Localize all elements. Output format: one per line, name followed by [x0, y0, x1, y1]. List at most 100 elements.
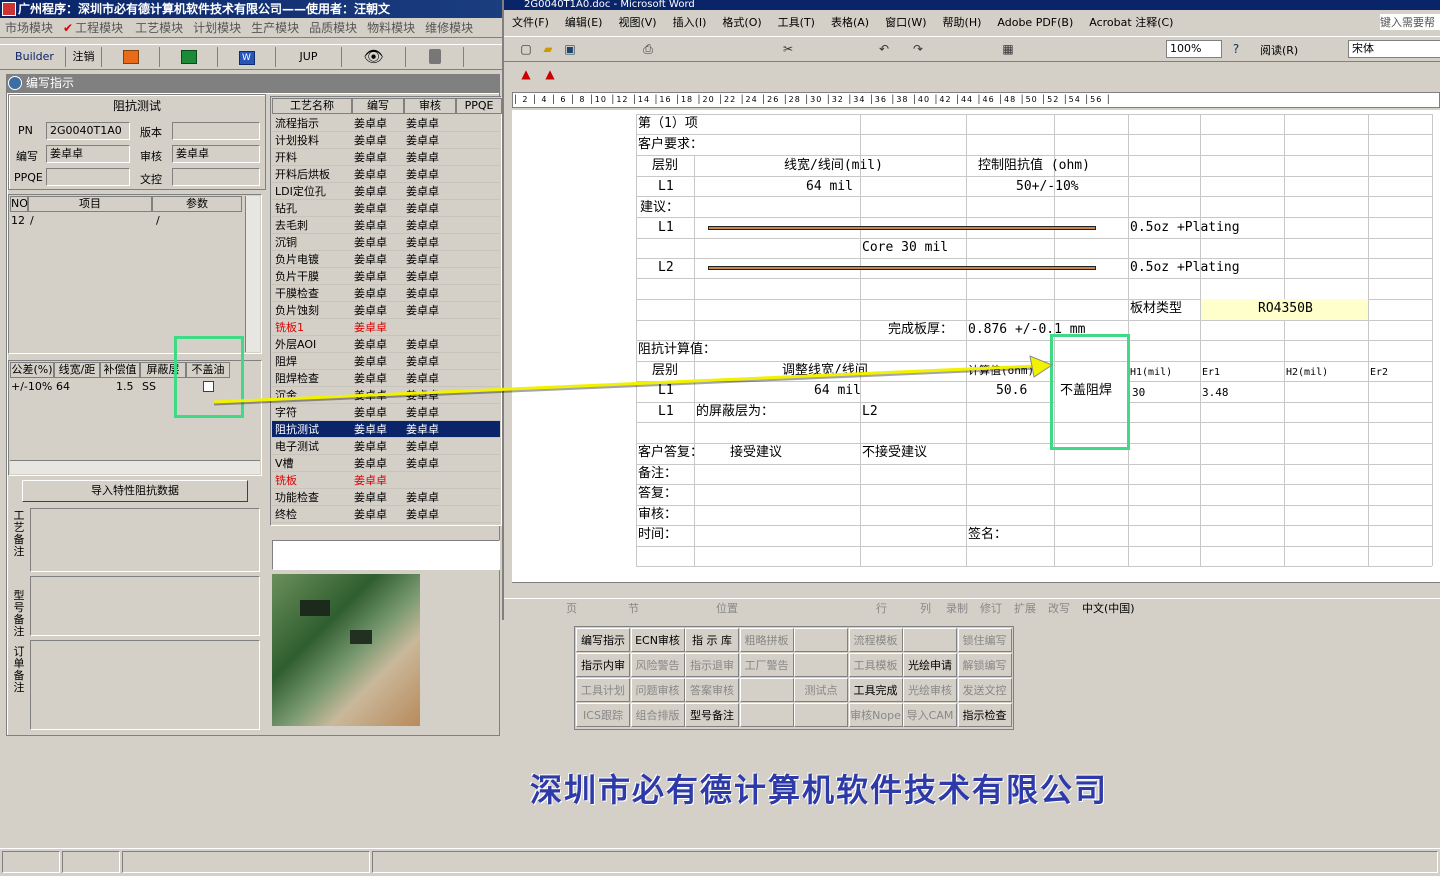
flow-row[interactable]: 钻孔 姜卓卓 姜卓卓 — [272, 200, 500, 217]
flow-row[interactable]: V槽 姜卓卓 姜卓卓 — [272, 455, 500, 472]
items-scrollbar[interactable] — [245, 196, 260, 352]
module-button[interactable]: 流程模板 — [848, 628, 903, 652]
module-button[interactable]: ICS跟踪 — [576, 703, 630, 727]
module-button[interactable]: 指示退审 — [685, 653, 739, 677]
flow-row[interactable]: 开料后烘板 姜卓卓 姜卓卓 — [272, 166, 500, 183]
module-button[interactable]: 风险警告 — [630, 653, 685, 677]
doc-control-field[interactable] — [172, 168, 260, 186]
model-remark-field[interactable] — [30, 576, 260, 636]
menu-quality[interactable]: 品质模块 — [304, 18, 362, 37]
menu-production[interactable]: 生产模块 — [246, 18, 304, 37]
flow-row[interactable]: 干膜检查 姜卓卓 姜卓卓 — [272, 285, 500, 302]
flow-note-field[interactable] — [272, 540, 500, 570]
flow-row[interactable]: 负片蚀刻 姜卓卓 姜卓卓 — [272, 302, 500, 319]
module-button[interactable]: 解锁编写 — [957, 653, 1012, 677]
items-grid[interactable] — [8, 194, 262, 354]
module-button[interactable]: 发送文控 — [957, 678, 1012, 702]
module-button[interactable]: 导入CAM — [903, 703, 957, 727]
pn-field[interactable]: 2G0040T1A0 — [46, 122, 130, 140]
flow-row[interactable]: 铣板1 姜卓卓 — [272, 319, 500, 336]
word-menu-view[interactable]: 视图(V) — [610, 12, 664, 34]
word-menu-edit[interactable]: 编辑(E) — [557, 12, 611, 34]
menu-process[interactable]: 工艺模块 — [130, 18, 188, 37]
word-menu-help[interactable]: 帮助(H) — [935, 12, 990, 34]
word-button[interactable]: W — [218, 47, 276, 67]
module-button[interactable]: 组合排版 — [630, 703, 685, 727]
ppqe-field[interactable] — [46, 168, 130, 186]
module-button[interactable]: 指 示 库 — [685, 628, 739, 652]
module-button[interactable]: 问题审核 — [630, 678, 685, 702]
audit-field[interactable]: 姜卓卓 — [172, 145, 260, 163]
flow-row[interactable]: 流程指示 姜卓卓 姜卓卓 — [272, 115, 500, 132]
flow-row[interactable]: 开料 姜卓卓 姜卓卓 — [272, 149, 500, 166]
read-mode-button[interactable]: 阅读(R) — [1260, 42, 1298, 58]
module-button[interactable]: 答案审核 — [685, 678, 739, 702]
word-menu-window[interactable]: 窗口(W) — [877, 12, 934, 34]
flow-row[interactable]: 沉铜 姜卓卓 姜卓卓 — [272, 234, 500, 251]
word-menu-file[interactable]: 文件(F) — [504, 12, 557, 34]
undo-icon[interactable]: ↶ — [876, 41, 892, 57]
module-button[interactable]: 测试点 — [794, 678, 848, 702]
imp-hscrollbar[interactable] — [10, 460, 260, 474]
flow-row[interactable]: 铣板 姜卓卓 — [272, 472, 500, 489]
help-icon[interactable]: ? — [1228, 41, 1244, 57]
module-button[interactable]: 工具完成 — [848, 678, 903, 702]
builder-button[interactable]: Builder — [4, 47, 66, 67]
menu-plan[interactable]: 计划模块 — [188, 18, 246, 37]
powerpoint-button[interactable] — [102, 47, 160, 67]
flow-row[interactable]: 电子测试 姜卓卓 姜卓卓 — [272, 438, 500, 455]
status-track[interactable]: 修订 — [980, 599, 1002, 619]
tools-button[interactable] — [464, 47, 504, 67]
new-doc-icon[interactable]: ▢ — [518, 41, 534, 57]
module-button[interactable]: 型号备注 — [685, 703, 739, 727]
pdf-icon[interactable]: ▲ — [518, 66, 534, 82]
flow-row[interactable]: 负片干膜 姜卓卓 姜卓卓 — [272, 268, 500, 285]
word-menu-adobe-pdf[interactable]: Adobe PDF(B) — [989, 12, 1081, 34]
status-overwrite[interactable]: 改写 — [1048, 599, 1070, 619]
module-button[interactable]: 指示内审 — [576, 653, 630, 677]
word-menu-acrobat[interactable]: Acrobat 注释(C) — [1081, 12, 1181, 34]
module-button[interactable]: 指示检查 — [957, 703, 1012, 727]
word-menu-table[interactable]: 表格(A) — [823, 12, 877, 34]
module-button[interactable]: 光绘申请 — [903, 653, 957, 677]
flow-row[interactable]: 功能检查 姜卓卓 姜卓卓 — [272, 489, 500, 506]
print-icon[interactable]: ⎙ — [640, 41, 656, 57]
open-icon[interactable]: ▰ — [540, 41, 556, 57]
menu-market[interactable]: 市场模块 — [0, 18, 58, 37]
status-record[interactable]: 录制 — [946, 599, 968, 619]
document-page[interactable]: 第（1）项 客户要求： 层别 线宽/线间(mil) 控制阻抗值 (ohm) L1… — [512, 110, 1440, 582]
pdf-email-icon[interactable]: ▲ — [542, 66, 558, 82]
menu-maintenance[interactable]: 维修模块 — [420, 18, 478, 37]
import-impedance-button[interactable]: 导入特性阻抗数据 — [22, 480, 248, 502]
redo-icon[interactable]: ↷ — [910, 41, 926, 57]
logout-button[interactable]: 注销 — [66, 47, 102, 67]
module-button[interactable]: 工厂警告 — [739, 653, 794, 677]
flow-row[interactable]: 终检 姜卓卓 姜卓卓 — [272, 506, 500, 523]
status-extend[interactable]: 扩展 — [1014, 599, 1036, 619]
excel-button[interactable] — [160, 47, 218, 67]
font-select[interactable]: 宋体 — [1348, 40, 1440, 58]
word-menu-tools[interactable]: 工具(T) — [770, 12, 823, 34]
word-menu-insert[interactable]: 插入(I) — [665, 12, 715, 34]
module-button[interactable]: 工具模板 — [848, 653, 903, 677]
module-button[interactable]: 工具计划 — [576, 678, 630, 702]
flow-row[interactable]: 计划投料 姜卓卓 姜卓卓 — [272, 132, 500, 149]
order-remark-field[interactable] — [30, 640, 260, 730]
table-icon[interactable]: ▦ — [1000, 41, 1016, 57]
process-remark-field[interactable] — [30, 508, 260, 572]
flow-row[interactable]: 负片电镀 姜卓卓 姜卓卓 — [272, 251, 500, 268]
save-icon[interactable]: ▣ — [562, 41, 578, 57]
module-button[interactable]: ECN审核 — [630, 628, 685, 652]
module-button[interactable]: 光绘审核 — [903, 678, 957, 702]
cut-icon[interactable]: ✂ — [780, 41, 796, 57]
module-button[interactable]: 粗略拼板 — [739, 628, 794, 652]
module-button[interactable]: 编写指示 — [576, 628, 630, 652]
zoom-select[interactable]: 100% — [1166, 40, 1222, 58]
flow-row[interactable]: 去毛刺 姜卓卓 姜卓卓 — [272, 217, 500, 234]
jup-button[interactable]: JUP — [276, 47, 342, 67]
menu-material[interactable]: 物料模块 — [362, 18, 420, 37]
version-field[interactable] — [172, 122, 260, 140]
module-button[interactable]: 审核Nope — [848, 703, 903, 727]
flow-row[interactable]: LDI定位孔 姜卓卓 姜卓卓 — [272, 183, 500, 200]
horizontal-ruler[interactable]: │ 2 │ 4 │ 6 │ 8 │10 │12 │14 │16 │18 │20 … — [512, 92, 1440, 108]
